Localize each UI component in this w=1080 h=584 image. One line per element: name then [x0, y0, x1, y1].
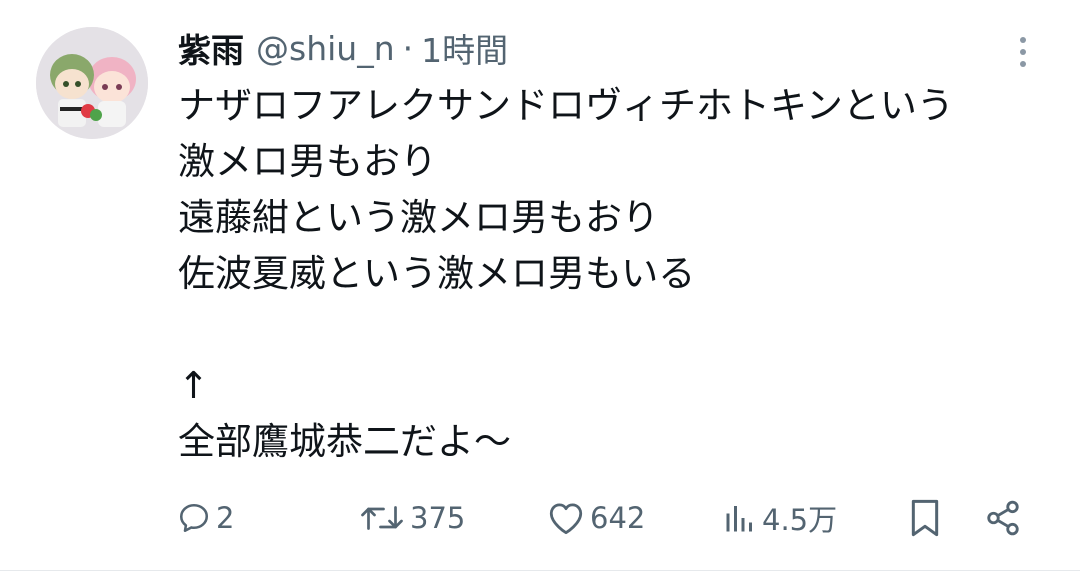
tweet-text: ナザロフアレクサンドロヴィチホトキンという 激メロ男もおり 遠藤紺という激メロ男… — [178, 78, 1058, 470]
text-line: 佐波夏威という激メロ男もいる — [178, 252, 696, 295]
text-line: 激メロ男もおり — [178, 140, 437, 183]
views-button[interactable]: 4.5万 — [722, 496, 837, 540]
text-line: ↑ — [178, 364, 210, 407]
tweet-header: 紫雨 @shiu_n · 1時間 — [178, 22, 508, 74]
like-button[interactable]: 642 — [546, 496, 645, 540]
reply-button[interactable]: 2 — [176, 496, 234, 540]
avatar[interactable] — [36, 27, 148, 139]
tweet: 紫雨 @shiu_n · 1時間 ナザロフアレクサンドロヴィチホトキンという 激… — [0, 0, 1080, 584]
views-count: 4.5万 — [762, 503, 838, 537]
share-icon — [984, 499, 1022, 537]
bookmark-icon — [908, 498, 942, 538]
repost-count: 375 — [410, 501, 466, 535]
repost-icon — [358, 500, 406, 536]
text-line: 遠藤紺という激メロ男もおり — [178, 196, 659, 239]
text-line: 全部鷹城恭二だよ〜 — [178, 420, 511, 463]
like-count: 642 — [590, 501, 646, 535]
more-options-icon[interactable] — [1010, 32, 1036, 72]
text-line — [178, 302, 1058, 358]
divider — [0, 570, 1080, 571]
reply-icon — [176, 500, 212, 536]
bookmark-button[interactable] — [908, 496, 942, 540]
views-icon — [722, 500, 758, 536]
text-line: ナザロフアレクサンドロヴィチホトキンという — [178, 84, 954, 127]
author-handle[interactable]: @shiu_n — [256, 29, 395, 68]
separator: · — [402, 28, 414, 68]
avatar-image — [36, 27, 148, 139]
reply-count: 2 — [216, 501, 235, 535]
author-name[interactable]: 紫雨 — [178, 24, 244, 72]
share-button[interactable] — [984, 496, 1022, 540]
action-bar: 2 375 642 4.5万 — [0, 488, 1080, 548]
timestamp[interactable]: 1時間 — [421, 24, 508, 72]
heart-icon — [546, 500, 586, 536]
repost-button[interactable]: 375 — [358, 496, 465, 540]
